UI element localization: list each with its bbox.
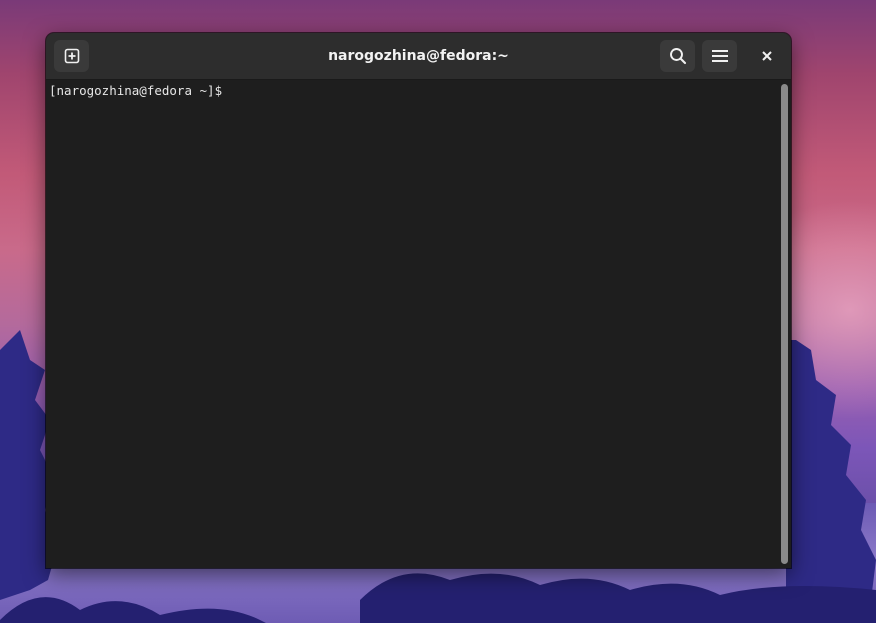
scrollbar-thumb[interactable] bbox=[781, 84, 788, 564]
shell-prompt: [narogozhina@fedora ~]$ bbox=[49, 83, 230, 98]
terminal-window: narogozhina@fedora:~ [narogozhina@fedora… bbox=[46, 33, 791, 568]
search-button[interactable] bbox=[660, 40, 695, 72]
text-cursor bbox=[231, 83, 238, 97]
main-menu-button[interactable] bbox=[702, 40, 737, 72]
hamburger-menu-icon bbox=[711, 50, 728, 62]
terminal-output-area[interactable]: [narogozhina@fedora ~]$ bbox=[46, 80, 777, 568]
terminal-scrollbar[interactable] bbox=[777, 80, 791, 568]
close-window-button[interactable] bbox=[751, 41, 783, 71]
search-icon bbox=[669, 48, 686, 65]
new-tab-icon bbox=[64, 48, 79, 64]
header-bar: narogozhina@fedora:~ bbox=[46, 33, 791, 80]
close-icon bbox=[762, 51, 772, 61]
snowy-bushes bbox=[0, 573, 876, 623]
new-tab-button[interactable] bbox=[54, 40, 89, 72]
desktop-background: narogozhina@fedora:~ [narogozhina@fedora… bbox=[0, 0, 876, 623]
